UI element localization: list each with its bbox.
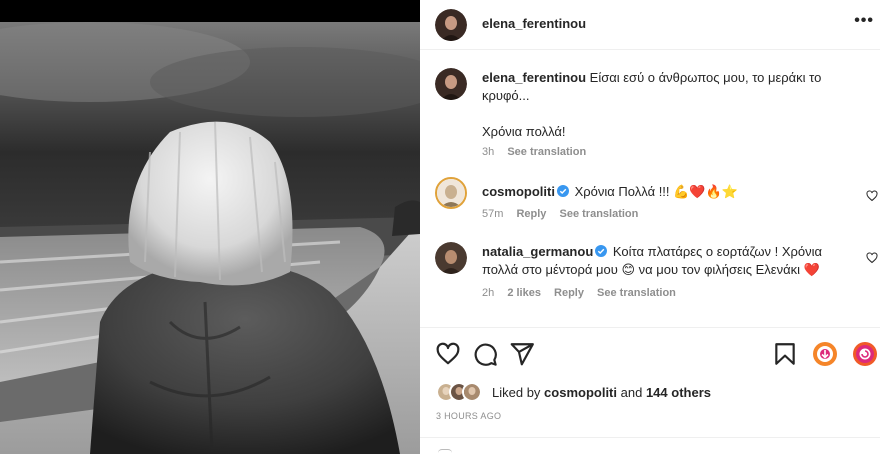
likes-username[interactable]: cosmopoliti — [544, 385, 617, 400]
photo-top-strip — [0, 0, 420, 22]
comment-meta: 2h 2 likes Reply See translation — [482, 287, 686, 299]
add-comment-emoji-icon[interactable] — [438, 449, 452, 453]
caption-see-translation[interactable]: See translation — [507, 146, 586, 158]
comment-username[interactable]: cosmopoliti — [482, 184, 555, 199]
commenter-avatar[interactable] — [435, 177, 467, 209]
comment-username[interactable]: natalia_germanou — [482, 244, 593, 259]
comment-time[interactable]: 2h — [482, 287, 494, 299]
post-actions — [420, 339, 880, 369]
bookmark-icon[interactable] — [772, 341, 798, 367]
caption-line2: κρυφό... — [482, 88, 530, 103]
extension-pink-icon[interactable] — [852, 341, 878, 367]
likes-conj: and — [620, 385, 643, 400]
comment-body-line1: Κοίτα πλατάρες ο εορτάζων ! Χρόνια — [612, 244, 823, 259]
comment-reply-button[interactable]: Reply — [516, 208, 546, 220]
verified-icon — [556, 185, 569, 197]
likes-summary: Liked by cosmopoliti and 144 others — [436, 381, 866, 403]
commenter-avatar[interactable] — [435, 242, 467, 274]
post-timestamp[interactable]: 3 HOURS AGO — [436, 411, 501, 421]
comments-section[interactable]: elena_ferentinou Είσαι εσύ ο άνθρωπος μο… — [420, 51, 880, 328]
comment-see-translation[interactable]: See translation — [597, 287, 676, 299]
liker-avatar — [462, 382, 482, 402]
comment-icon[interactable] — [472, 341, 498, 367]
post-photo-image — [0, 22, 420, 454]
caption-author-avatar[interactable] — [435, 68, 467, 100]
author-avatar[interactable] — [435, 9, 467, 41]
author-username[interactable]: elena_ferentinou — [482, 16, 586, 31]
divider — [420, 437, 880, 438]
post-side-panel: elena_ferentinou ••• elena_ferentinou Εί… — [420, 0, 880, 454]
likes-text: Liked by cosmopoliti and 144 others — [492, 385, 711, 400]
comment-like-heart-icon[interactable] — [866, 252, 878, 264]
comment-time[interactable]: 57m — [482, 208, 503, 220]
caption-meta: 3h See translation — [482, 146, 596, 158]
comment-reply-button[interactable]: Reply — [554, 287, 584, 299]
comment-like-heart-icon[interactable] — [866, 190, 878, 202]
extension-orange-icon[interactable] — [812, 341, 838, 367]
caption-line3: Χρόνια πολλά! — [482, 124, 566, 139]
verified-icon — [595, 245, 608, 257]
caption-text: elena_ferentinou Είσαι εσύ ο άνθρωπος μο… — [482, 69, 852, 141]
caption-line1: Είσαι εσύ ο άνθρωπος μου, το μεράκι το — [589, 70, 822, 85]
comment-meta: 57m Reply See translation — [482, 208, 648, 220]
comment-text: natalia_germanou Κοίτα πλατάρες ο εορτάζ… — [482, 243, 852, 279]
caption-time[interactable]: 3h — [482, 146, 494, 158]
heart-icon[interactable] — [435, 341, 461, 367]
caption-username[interactable]: elena_ferentinou — [482, 70, 586, 85]
more-icon[interactable]: ••• — [854, 12, 874, 30]
post-header: elena_ferentinou ••• — [420, 0, 880, 50]
post-photo[interactable] — [0, 22, 420, 454]
comment-likes-count[interactable]: 2 likes — [507, 287, 541, 299]
comment-text: cosmopoliti Χρόνια Πολλά !!! 💪❤️🔥⭐ — [482, 183, 852, 201]
comment-see-translation[interactable]: See translation — [560, 208, 639, 220]
share-icon[interactable] — [509, 341, 535, 367]
comment-body-line2: πολλά στο μέντορά μου 😊 να μου τον φιλήσ… — [482, 262, 820, 277]
comment-body: Χρόνια Πολλά !!! 💪❤️🔥⭐ — [574, 184, 738, 199]
likes-prefix: Liked by — [492, 385, 541, 400]
likes-others[interactable]: 144 others — [646, 385, 711, 400]
liker-avatars[interactable] — [436, 381, 496, 403]
